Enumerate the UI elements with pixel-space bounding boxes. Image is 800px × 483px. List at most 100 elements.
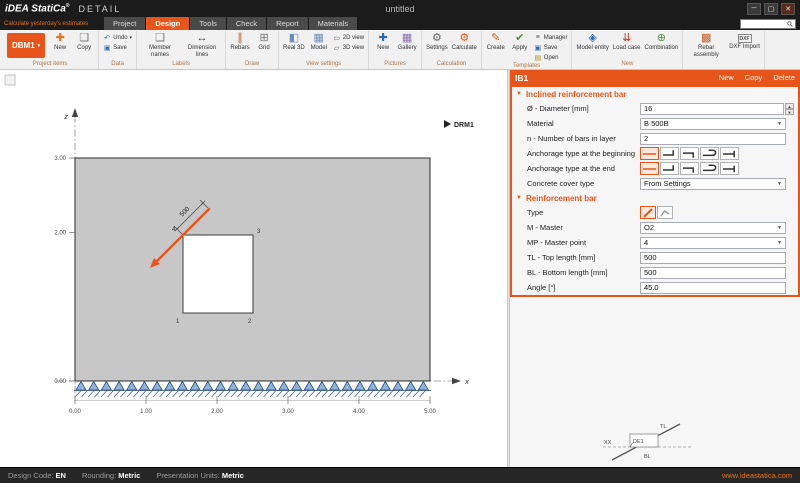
ribbon-button-gallery[interactable]: ▦Gallery <box>395 31 419 60</box>
property-label: TL - Top length [mm] <box>527 253 640 262</box>
combo-material[interactable]: B 500B▼ <box>640 118 786 130</box>
property-label: Anchorage type at the end <box>527 164 640 173</box>
panel-action-delete[interactable]: Delete <box>773 73 795 82</box>
ribbon-button-dimension-lines[interactable]: ↔Dimension lines <box>181 31 223 60</box>
input-n-number-of-bars-in-layer[interactable]: 2 <box>640 133 786 145</box>
tagline: Calculate yesterday's estimates <box>4 17 104 30</box>
field-value: 2 <box>644 134 782 143</box>
section-header-reinforcement-bar[interactable]: ▼Reinforcement bar <box>512 191 798 205</box>
ribbon-button-rebar-assembly[interactable]: ▩Rebar assembly <box>685 31 727 60</box>
ribbon-button-dbm1[interactable]: DBM1▾ <box>7 33 45 58</box>
opening[interactable] <box>183 235 253 313</box>
support-triangle <box>355 382 365 391</box>
ribbon-button-real-3d[interactable]: ◧Real 3D <box>281 31 307 60</box>
anchorage-option-straight[interactable] <box>640 147 659 160</box>
field-value: 500 <box>644 253 782 262</box>
combo-value: O2 <box>644 223 775 232</box>
combo-mp-master-point[interactable]: 4▼ <box>640 237 786 249</box>
ribbon-group-draw: ∥Rebars⊞GridDraw <box>226 31 279 69</box>
ribbon-button-apply-template[interactable]: ✔Apply <box>508 31 532 62</box>
anchorage-option-head[interactable] <box>720 162 739 175</box>
anchorage-option-straight[interactable] <box>640 162 659 175</box>
tab-tools[interactable]: Tools <box>190 17 226 30</box>
ribbon-group-caption: Data <box>101 60 134 69</box>
panel-actions: New Copy Delete <box>719 73 795 82</box>
ribbon-button-member-names[interactable]: ❑Member names <box>139 31 181 60</box>
panel-action-new[interactable]: New <box>719 73 734 82</box>
combo-m-master[interactable]: O2▼ <box>640 222 786 234</box>
ribbon-button-new-project-item[interactable]: ✚New <box>48 31 72 60</box>
ribbon-button-dxf-import[interactable]: DXFDXF Import <box>727 31 762 60</box>
ribbon-button-create-template[interactable]: ✎Create <box>484 31 508 62</box>
ribbon-button-template-open[interactable]: ▤Open <box>534 53 568 62</box>
tab-report[interactable]: Report <box>267 17 308 30</box>
bar-type-option-inclined-bar[interactable] <box>640 206 656 219</box>
ribbon-button-copy-project-item[interactable]: ❏Copy <box>72 31 96 60</box>
tab-materials[interactable]: Materials <box>309 17 357 30</box>
property-label: BL - Bottom length [mm] <box>527 268 640 277</box>
ribbon-button-undo[interactable]: ↶Undo▾ <box>103 33 132 42</box>
spin-field-diameter-mm[interactable]: 16 <box>640 103 784 115</box>
ribbon-button-settings[interactable]: ⚙Settings <box>424 31 450 60</box>
anchorage-option-hook-up[interactable] <box>660 147 679 160</box>
anchorage-option-loop[interactable] <box>700 162 719 175</box>
search-input[interactable] <box>743 20 787 28</box>
status-design-code: Design Code: EN <box>8 471 66 480</box>
ribbon-button-template-save[interactable]: ▣Save <box>534 43 568 52</box>
ribbon-button-model-entity[interactable]: ◈Model entity <box>574 31 610 60</box>
input-angle[interactable]: 45.0 <box>640 282 786 294</box>
z-ruler: 3.002.000.00 <box>54 156 75 385</box>
support-triangle <box>330 382 340 391</box>
maximize-button[interactable]: ▢ <box>764 3 778 15</box>
canvas-area[interactable]: z x 1 2 3 4 <box>0 70 507 467</box>
spin-down-button[interactable]: ▼ <box>785 109 794 115</box>
section-header-inclined-reinforcement-bar[interactable]: ▼Inclined reinforcement bar <box>512 87 798 101</box>
view-label[interactable]: DRM1 <box>444 120 474 129</box>
anchorage-option-head[interactable] <box>720 147 739 160</box>
combo-concrete-cover-type[interactable]: From Settings▼ <box>640 178 786 190</box>
hook-down-anchor-icon <box>682 149 697 159</box>
ribbon-button-save[interactable]: ▣Save <box>103 43 132 52</box>
ribbon-group-caption: Calculation <box>424 60 479 69</box>
ribbon-button-combination[interactable]: ⊕Combination <box>643 31 681 60</box>
input-bl-bottom-length-mm[interactable]: 500 <box>640 267 786 279</box>
ribbon-button-label: Model <box>311 45 327 52</box>
ribbon-button-label: Calculate <box>452 45 477 52</box>
ribbon-button-new-picture[interactable]: ✚New <box>371 31 395 60</box>
ribbon-button-label: Gallery <box>398 45 417 52</box>
view-cube[interactable] <box>5 75 15 85</box>
ribbon-button-load-case[interactable]: ⇊Load case <box>611 31 643 60</box>
tab-check[interactable]: Check <box>227 17 266 30</box>
ribbon-button-calculate[interactable]: ⚙Calculate <box>450 31 479 60</box>
input-tl-top-length-mm[interactable]: 500 <box>640 252 786 264</box>
search-box[interactable] <box>740 19 796 29</box>
anchorage-option-hook-up[interactable] <box>660 162 679 175</box>
ribbon-button-2d-view[interactable]: ▭2D view <box>333 33 364 42</box>
app-logo-text: iDEA StatiCa <box>5 3 66 14</box>
ribbon-button-model[interactable]: ▦Model <box>307 31 331 60</box>
bar-type-option-general-shape[interactable] <box>657 206 673 219</box>
ribbon-button-3d-view[interactable]: ▱3D view <box>333 43 364 52</box>
anchorage-option-hook-down[interactable] <box>680 147 699 160</box>
ribbon-button-label: Manager <box>544 35 568 41</box>
panel-action-copy[interactable]: Copy <box>745 73 763 82</box>
ribbon-button-rebars[interactable]: ∥Rebars <box>228 31 252 60</box>
undo-icon: ↶ <box>103 34 111 42</box>
tab-design[interactable]: Design <box>146 17 189 30</box>
minimize-button[interactable]: ─ <box>747 3 761 15</box>
anchorage-option-loop[interactable] <box>700 147 719 160</box>
tab-project[interactable]: Project <box>104 17 145 30</box>
ribbon-button-template-manager[interactable]: ≡Manager <box>534 33 568 42</box>
drawing-viewport[interactable]: z x 1 2 3 4 <box>0 70 507 467</box>
ribbon-group-caption: Draw <box>228 60 276 69</box>
ribbon-button-label: Create <box>487 45 505 52</box>
ribbon-button-grid[interactable]: ⊞Grid <box>252 31 276 60</box>
property-value: 45.0 <box>640 282 794 294</box>
ribbon-button-label: Undo <box>113 35 127 41</box>
property-value: 4▼ <box>640 237 794 249</box>
x-tick-label: 5.00 <box>424 409 436 415</box>
property-value: 16▲▼ <box>640 103 794 115</box>
close-button[interactable]: ✕ <box>781 3 795 15</box>
anchorage-option-hook-down[interactable] <box>680 162 699 175</box>
website-link[interactable]: www.ideastatica.com <box>722 471 792 480</box>
